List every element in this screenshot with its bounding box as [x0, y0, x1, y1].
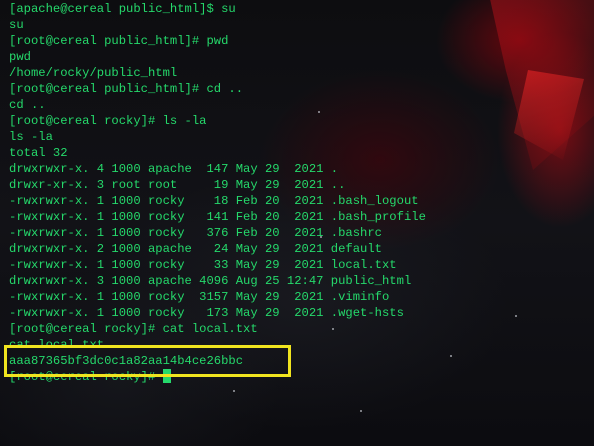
- terminal-line: /home/rocky/public_html: [9, 66, 178, 80]
- terminal-output[interactable]: [apache@cereal public_html]$ su su [root@c…: [9, 1, 426, 385]
- terminal-line: pwd: [9, 50, 31, 64]
- terminal-line: [root@cereal rocky]# cat local.txt: [9, 322, 258, 336]
- terminal-line: [root@cereal public_html]# pwd: [9, 34, 229, 48]
- terminal-line: ls -la: [9, 130, 53, 144]
- terminal-line: drwxrwxr-x. 3 1000 apache 4096 Aug 25 12…: [9, 274, 412, 288]
- wallpaper-star: [515, 315, 517, 317]
- terminal-line: [root@cereal rocky]# ls -la: [9, 114, 207, 128]
- wallpaper-star: [450, 355, 452, 357]
- wallpaper-star: [360, 410, 362, 412]
- terminal-line: -rwxrwxr-x. 1 1000 rocky 18 Feb 20 2021 …: [9, 194, 419, 208]
- terminal-line: [apache@cereal public_html]$ su: [9, 2, 236, 16]
- terminal-line: -rwxrwxr-x. 1 1000 rocky 141 Feb 20 2021…: [9, 210, 426, 224]
- terminal-line: -rwxrwxr-x. 1 1000 rocky 376 Feb 20 2021…: [9, 226, 382, 240]
- wallpaper-star: [233, 390, 235, 392]
- terminal-line: -rwxrwxr-x. 1 1000 rocky 3157 May 29 202…: [9, 290, 390, 304]
- terminal-line: [root@cereal public_html]# cd ..: [9, 82, 244, 96]
- highlight-box: [4, 345, 291, 377]
- terminal-line: drwxrwxr-x. 4 1000 apache 147 May 29 202…: [9, 162, 339, 176]
- terminal-line: su: [9, 18, 24, 32]
- terminal-line: -rwxrwxr-x. 1 1000 rocky 173 May 29 2021…: [9, 306, 404, 320]
- terminal-line: total 32: [9, 146, 68, 160]
- terminal-line: drwxrwxr-x. 2 1000 apache 24 May 29 2021…: [9, 242, 382, 256]
- terminal-line: cd ..: [9, 98, 46, 112]
- terminal-line: -rwxrwxr-x. 1 1000 rocky 33 May 29 2021 …: [9, 258, 397, 272]
- terminal-line: drwxr-xr-x. 3 root root 19 May 29 2021 .…: [9, 178, 346, 192]
